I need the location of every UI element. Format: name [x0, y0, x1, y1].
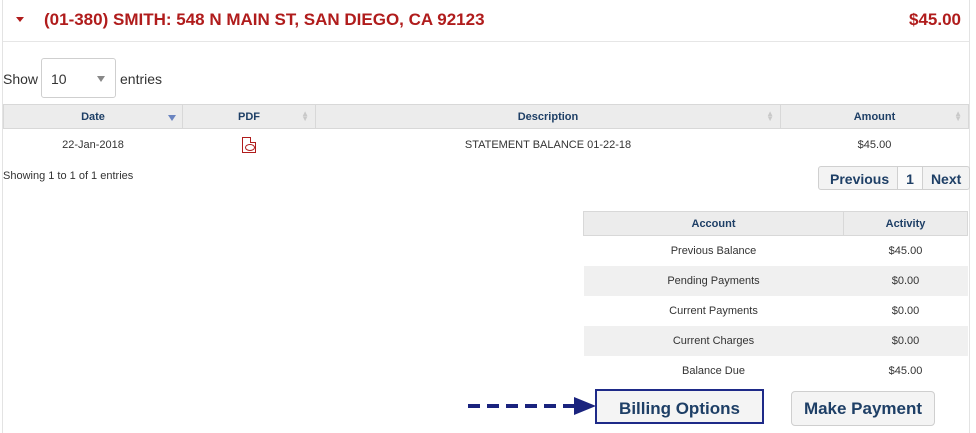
page-1-button[interactable]: 1 — [897, 167, 922, 189]
billing-options-button[interactable]: Billing Options — [595, 389, 764, 424]
column-header-account: Account — [583, 211, 844, 236]
column-header-amount[interactable]: Amount ▲ ▼ — [780, 104, 969, 129]
entries-per-page-select[interactable]: 10 — [41, 58, 116, 98]
summary-label: Balance Due — [682, 364, 745, 377]
previous-page-button[interactable]: Previous — [819, 167, 897, 189]
caret-down-icon[interactable] — [16, 17, 24, 22]
make-payment-button[interactable]: Make Payment — [791, 391, 935, 426]
statements-table: Date PDF ▲ ▼ Description ▲ ▼ Amount ▲ ▼ 22-… — [3, 104, 969, 161]
summary-value: $0.00 — [843, 265, 968, 296]
summary-value: $0.00 — [891, 304, 920, 317]
sort-icon: ▲ ▼ — [954, 109, 962, 123]
dashed-arrow-icon — [468, 397, 596, 415]
table-info: Showing 1 to 1 of 1 entries — [3, 170, 134, 182]
table-row: 22-Jan-2018 STATEMENT BALANCE 01-22-18 $… — [4, 129, 969, 161]
statement-pdf-cell — [183, 129, 316, 161]
account-title: (01-380) SMITH: 548 N MAIN ST, SAN DIEGO… — [44, 10, 485, 29]
entries-per-page-value: 10 — [51, 71, 67, 87]
entries-label: entries — [120, 71, 163, 87]
column-header-pdf[interactable]: PDF ▲ ▼ — [182, 104, 316, 129]
summary-label: Current Payments — [669, 304, 758, 317]
statement-date: 22-Jan-2018 — [62, 138, 124, 151]
column-header-description[interactable]: Description ▲ ▼ — [315, 104, 781, 129]
account-summary-table: Account Activity Previous Balance $45.00… — [583, 211, 968, 386]
summary-row: Current Charges $0.00 — [583, 325, 968, 356]
statement-amount: $45.00 — [857, 138, 892, 151]
summary-row: Previous Balance $45.00 — [584, 236, 968, 266]
column-header-activity: Activity — [843, 211, 968, 236]
pdf-file-icon[interactable] — [242, 136, 256, 153]
summary-label: Current Charges — [583, 325, 844, 356]
summary-value: $45.00 — [888, 364, 923, 377]
sort-icon: ▲ ▼ — [766, 109, 774, 123]
sort-icon: ▲ ▼ — [301, 109, 309, 123]
column-header-label: Description — [517, 110, 579, 123]
summary-label: Previous Balance — [670, 244, 757, 257]
column-header-label: PDF — [238, 110, 260, 123]
sort-descending-icon — [168, 115, 176, 121]
column-header-label: Amount — [853, 110, 896, 123]
summary-row: Balance Due $45.00 — [584, 356, 968, 386]
show-label: Show — [3, 71, 39, 87]
summary-row: Pending Payments $0.00 — [583, 265, 968, 296]
next-page-button[interactable]: Next — [921, 167, 969, 189]
account-header[interactable]: (01-380) SMITH: 548 N MAIN ST, SAN DIEGO… — [3, 0, 969, 42]
summary-value: $45.00 — [888, 244, 923, 257]
dropdown-arrow-icon — [97, 76, 105, 82]
column-header-date[interactable]: Date — [3, 104, 183, 129]
summary-value: $0.00 — [843, 325, 968, 356]
pagination: Previous 1 Next — [818, 166, 971, 190]
summary-row: Current Payments $0.00 — [584, 296, 968, 326]
account-total: $45.00 — [909, 10, 961, 29]
column-header-label: Date — [81, 110, 105, 123]
statement-description: STATEMENT BALANCE 01-22-18 — [464, 138, 632, 151]
summary-label: Pending Payments — [583, 265, 844, 296]
